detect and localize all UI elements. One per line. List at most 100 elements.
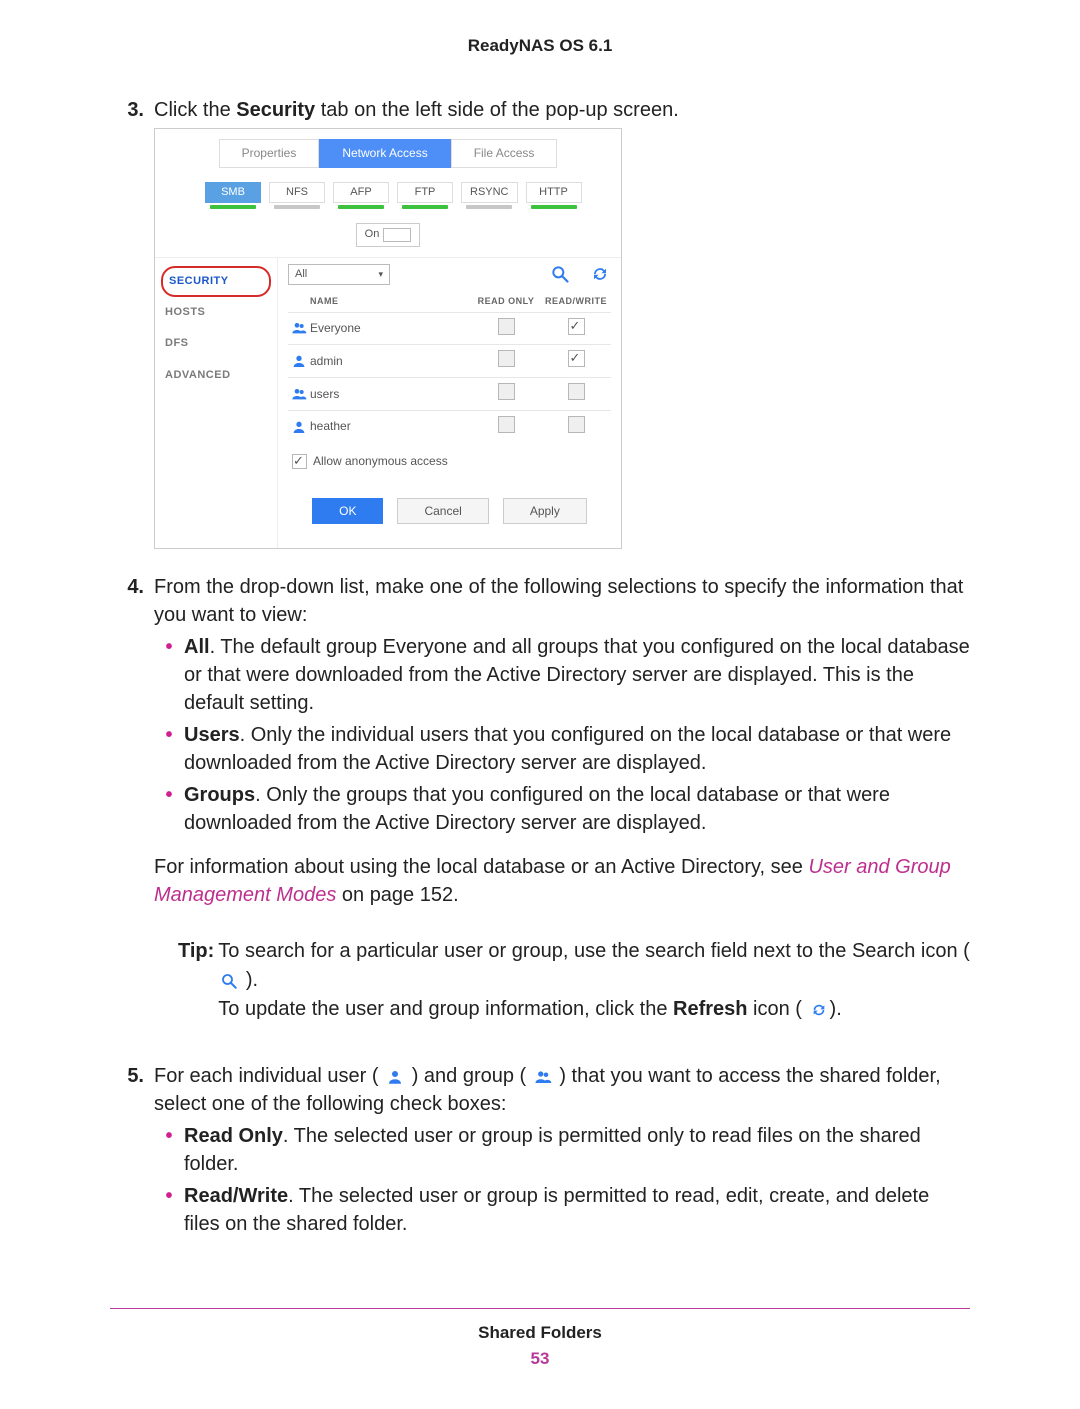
proto-afp[interactable]: AFP <box>333 182 389 209</box>
bullet-dot-icon: • <box>154 633 184 717</box>
readwrite-checkbox[interactable]: ✓ <box>541 350 611 372</box>
col-readonly: READ ONLY <box>471 295 541 308</box>
chevron-down-icon: ▾ <box>378 268 383 281</box>
bullet-dot-icon: • <box>154 721 184 777</box>
group-icon <box>532 1067 554 1087</box>
bullet-groups-label: Groups <box>184 784 255 806</box>
bullet-all-text: . The default group Everyone and all gro… <box>184 636 970 714</box>
tip-line2c: ). <box>830 998 842 1020</box>
table-row: admin ✓ <box>288 344 611 377</box>
bullet-dot-icon: • <box>154 1182 184 1238</box>
main-panel: All ▾ <box>278 258 621 549</box>
group-icon <box>288 386 310 402</box>
protocol-row: SMB NFS AFP FTP RSYNC HTTP <box>155 172 621 215</box>
step-4-body: From the drop-down list, make one of the… <box>154 573 970 1052</box>
step-5-text-a: For each individual user ( <box>154 1065 379 1087</box>
proto-rsync[interactable]: RSYNC <box>461 182 518 209</box>
user-icon <box>288 419 310 435</box>
tab-file-access[interactable]: File Access <box>451 139 558 168</box>
top-tabs: Properties Network Access File Access <box>155 129 621 172</box>
tip-block: Tip: To search for a particular user or … <box>178 937 970 1024</box>
row-name: users <box>310 386 471 403</box>
table-row: heather <box>288 410 611 443</box>
refresh-icon <box>808 1000 830 1020</box>
share-toggle-row: On <box>155 215 621 256</box>
sidebar-item-advanced[interactable]: ADVANCED <box>161 360 271 391</box>
step-4-after-a: For information about using the local da… <box>154 856 808 878</box>
bullet-all-label: All <box>184 636 210 658</box>
readwrite-checkbox[interactable] <box>541 416 611 438</box>
bullet-rw-label: Read/Write <box>184 1185 288 1207</box>
bullet-all: • All. The default group Everyone and al… <box>154 633 970 717</box>
tab-properties[interactable]: Properties <box>219 139 320 168</box>
refresh-icon[interactable] <box>589 264 611 284</box>
dialog-buttons: OK Cancel Apply <box>288 480 611 539</box>
allow-anonymous-checkbox[interactable] <box>292 454 307 469</box>
tip-line1a: To search for a particular user or group… <box>218 940 970 962</box>
step-5: 5. For each individual user ( ) and grou… <box>110 1062 970 1248</box>
readwrite-checkbox[interactable] <box>541 383 611 405</box>
toolbar: All ▾ <box>288 264 611 285</box>
grid-header: NAME READ ONLY READ/WRITE <box>288 285 611 312</box>
toggle-switch-icon <box>383 228 411 242</box>
ok-button[interactable]: OK <box>312 498 383 525</box>
readonly-checkbox[interactable] <box>471 318 541 340</box>
tip-line2b: icon ( <box>748 998 802 1020</box>
allow-anonymous-row[interactable]: Allow anonymous access <box>288 443 611 480</box>
share-toggle[interactable]: On <box>356 223 421 246</box>
bullet-groups-text: . Only the groups that you configured on… <box>184 784 890 834</box>
bullet-dot-icon: • <box>154 1122 184 1178</box>
step-3-text-bold: Security <box>236 99 315 121</box>
tip-refresh-bold: Refresh <box>673 998 747 1020</box>
step-5-text-b: ) and group ( <box>412 1065 527 1087</box>
sidebar-item-dfs[interactable]: DFS <box>161 328 271 359</box>
user-icon <box>288 353 310 369</box>
filter-dropdown-value: All <box>295 267 307 282</box>
tip-body: To search for a particular user or group… <box>218 937 970 1024</box>
search-icon <box>218 971 240 991</box>
security-dialog-screenshot: Properties Network Access File Access SM… <box>154 128 622 549</box>
step-4-after-b: on page 152. <box>336 884 458 906</box>
readwrite-checkbox[interactable]: ✓ <box>541 318 611 340</box>
step-4-text: From the drop-down list, make one of the… <box>154 576 963 626</box>
tip-line1b: ). <box>246 969 258 991</box>
proto-ftp[interactable]: FTP <box>397 182 453 209</box>
bullet-read-only: • Read Only. The selected user or group … <box>154 1122 970 1178</box>
step-4-number: 4. <box>110 573 154 1052</box>
footer-section-title: Shared Folders <box>110 1323 970 1343</box>
table-row: Everyone✓ <box>288 312 611 345</box>
readonly-checkbox[interactable] <box>471 383 541 405</box>
bullet-rw-text: . The selected user or group is permitte… <box>184 1185 929 1235</box>
proto-smb[interactable]: SMB <box>205 182 261 209</box>
readonly-checkbox[interactable] <box>471 416 541 438</box>
step-3-number: 3. <box>110 96 154 563</box>
step-4-after: For information about using the local da… <box>154 853 970 909</box>
tip-line2a: To update the user and group information… <box>218 998 673 1020</box>
bullet-users: • Users. Only the individual users that … <box>154 721 970 777</box>
bullet-groups: • Groups. Only the groups that you confi… <box>154 781 970 837</box>
sidebar-item-security[interactable]: SECURITY <box>161 266 271 297</box>
bullet-ro-label: Read Only <box>184 1125 283 1147</box>
search-icon[interactable] <box>549 264 571 284</box>
cancel-button[interactable]: Cancel <box>397 498 488 525</box>
bullet-read-write: • Read/Write. The selected user or group… <box>154 1182 970 1238</box>
allow-anonymous-label: Allow anonymous access <box>313 453 448 470</box>
step-5-body: For each individual user ( ) and group (… <box>154 1062 970 1248</box>
apply-button[interactable]: Apply <box>503 498 587 525</box>
proto-http[interactable]: HTTP <box>526 182 582 209</box>
tip-label: Tip: <box>178 937 218 1024</box>
bullet-dot-icon: • <box>154 781 184 837</box>
bullet-users-text: . Only the individual users that you con… <box>184 724 951 774</box>
step-3-text-post: tab on the left side of the pop-up scree… <box>315 99 679 121</box>
group-icon <box>288 320 310 336</box>
sidebar: SECURITY HOSTS DFS ADVANCED <box>155 258 278 549</box>
page-footer: Shared Folders 53 <box>110 1308 970 1369</box>
user-icon <box>384 1067 406 1087</box>
row-name: admin <box>310 353 471 370</box>
sidebar-item-hosts[interactable]: HOSTS <box>161 297 271 328</box>
proto-nfs[interactable]: NFS <box>269 182 325 209</box>
readonly-checkbox[interactable] <box>471 350 541 372</box>
page-header: ReadyNAS OS 6.1 <box>110 36 970 56</box>
tab-network-access[interactable]: Network Access <box>319 139 450 168</box>
filter-dropdown[interactable]: All ▾ <box>288 264 390 285</box>
